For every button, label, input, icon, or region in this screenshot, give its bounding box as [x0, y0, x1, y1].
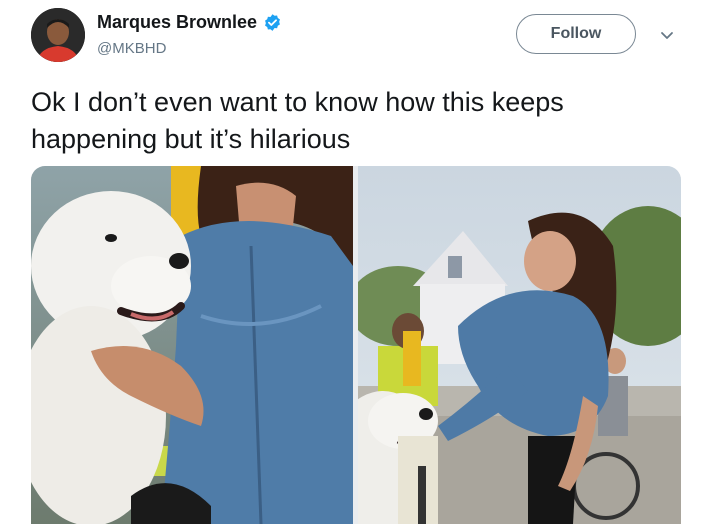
tweet-card: Marques Brownlee @MKBHD Follow Ok I don’… — [0, 0, 715, 524]
tweet-text: Ok I don’t even want to know how this ke… — [31, 87, 564, 154]
avatar[interactable] — [31, 8, 85, 62]
follow-button[interactable]: Follow — [516, 14, 636, 54]
tweet-media[interactable] — [31, 166, 681, 524]
photo-dog-closeup[interactable] — [31, 166, 353, 524]
author-name-row: Marques Brownlee — [97, 12, 282, 33]
verified-badge-icon — [263, 13, 282, 32]
chevron-down-icon[interactable] — [659, 27, 675, 43]
photo-woman-petting-dog[interactable] — [358, 166, 681, 524]
display-name[interactable]: Marques Brownlee — [97, 12, 257, 33]
user-handle[interactable]: @MKBHD — [97, 40, 166, 57]
